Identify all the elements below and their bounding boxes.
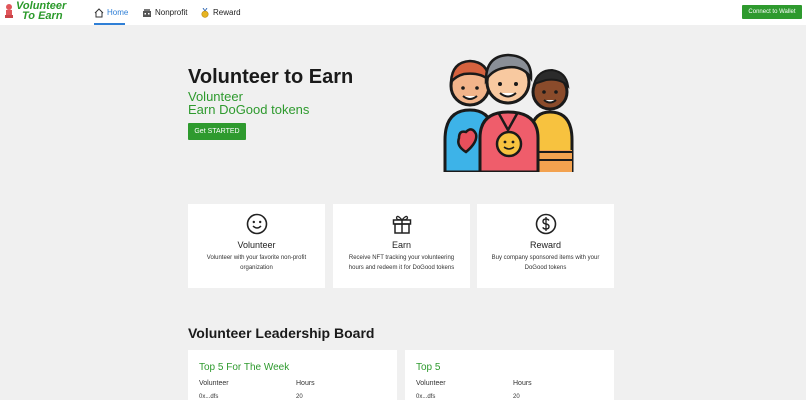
brand-logo[interactable]: Volunteer To Earn bbox=[4, 1, 66, 23]
feature-title: Reward bbox=[529, 240, 561, 250]
feature-description: Volunteer with your favorite non-profit … bbox=[206, 255, 307, 271]
nav-reward-label: Reward bbox=[213, 8, 241, 17]
panel-title: Top 5 bbox=[416, 362, 441, 373]
nav-nonprofit[interactable]: Nonprofit bbox=[142, 6, 187, 20]
feature-card-reward: Reward Buy company sponsored items with … bbox=[477, 204, 614, 288]
table-cell-hours: 20 bbox=[296, 394, 303, 400]
top-navbar: Volunteer To Earn Home Nonprofit Reward … bbox=[0, 0, 806, 25]
column-header-hours: Hours bbox=[296, 380, 315, 387]
medal-icon bbox=[201, 8, 209, 18]
home-icon bbox=[94, 8, 104, 18]
brand-line2: To Earn bbox=[22, 10, 63, 22]
feature-description: Buy company sponsored items with your Do… bbox=[491, 255, 600, 271]
leaderboard-panel-alltime: Top 5 Volunteer Hours 0x...dfs 20 bbox=[405, 350, 614, 400]
get-started-button[interactable]: Get STARTED bbox=[188, 123, 246, 140]
leaderboard-title: Volunteer Leadership Board bbox=[188, 325, 375, 341]
volunteers-illustration bbox=[443, 53, 574, 172]
hero-title: Volunteer to Earn bbox=[188, 66, 354, 88]
nav-nonprofit-label: Nonprofit bbox=[155, 8, 188, 17]
feature-description: Receive NFT tracking your volunteering h… bbox=[348, 255, 455, 271]
table-cell-volunteer: 0x...dfs bbox=[416, 394, 436, 400]
leaderboard-panel-week: Top 5 For The Week Volunteer Hours 0x...… bbox=[188, 350, 397, 400]
connect-wallet-button[interactable]: Connect to Wallet bbox=[742, 5, 802, 19]
building-icon bbox=[143, 9, 151, 17]
person-middle bbox=[478, 53, 540, 172]
table-cell-hours: 20 bbox=[513, 394, 520, 400]
nav-home-label: Home bbox=[107, 8, 129, 17]
gift-icon bbox=[392, 215, 412, 234]
nav-active-indicator bbox=[94, 23, 125, 25]
feature-card-earn: Earn Receive NFT tracking your volunteer… bbox=[333, 204, 470, 288]
smile-icon bbox=[246, 213, 268, 235]
column-header-volunteer: Volunteer bbox=[199, 380, 229, 387]
hero-subtitle-earn: Earn DoGood tokens bbox=[188, 102, 310, 117]
dollar-icon bbox=[535, 213, 557, 235]
column-header-hours: Hours bbox=[513, 380, 532, 387]
trophy-icon bbox=[5, 4, 13, 18]
table-cell-volunteer: 0x...dfs bbox=[199, 394, 219, 400]
feature-title: Volunteer bbox=[237, 240, 276, 250]
feature-card-volunteer: Volunteer Volunteer with your favorite n… bbox=[188, 204, 325, 288]
panel-title: Top 5 For The Week bbox=[199, 362, 290, 373]
column-header-volunteer: Volunteer bbox=[416, 380, 446, 387]
feature-title: Earn bbox=[391, 240, 411, 250]
nav-home[interactable]: Home bbox=[94, 6, 128, 20]
nav-reward[interactable]: Reward bbox=[200, 6, 241, 20]
